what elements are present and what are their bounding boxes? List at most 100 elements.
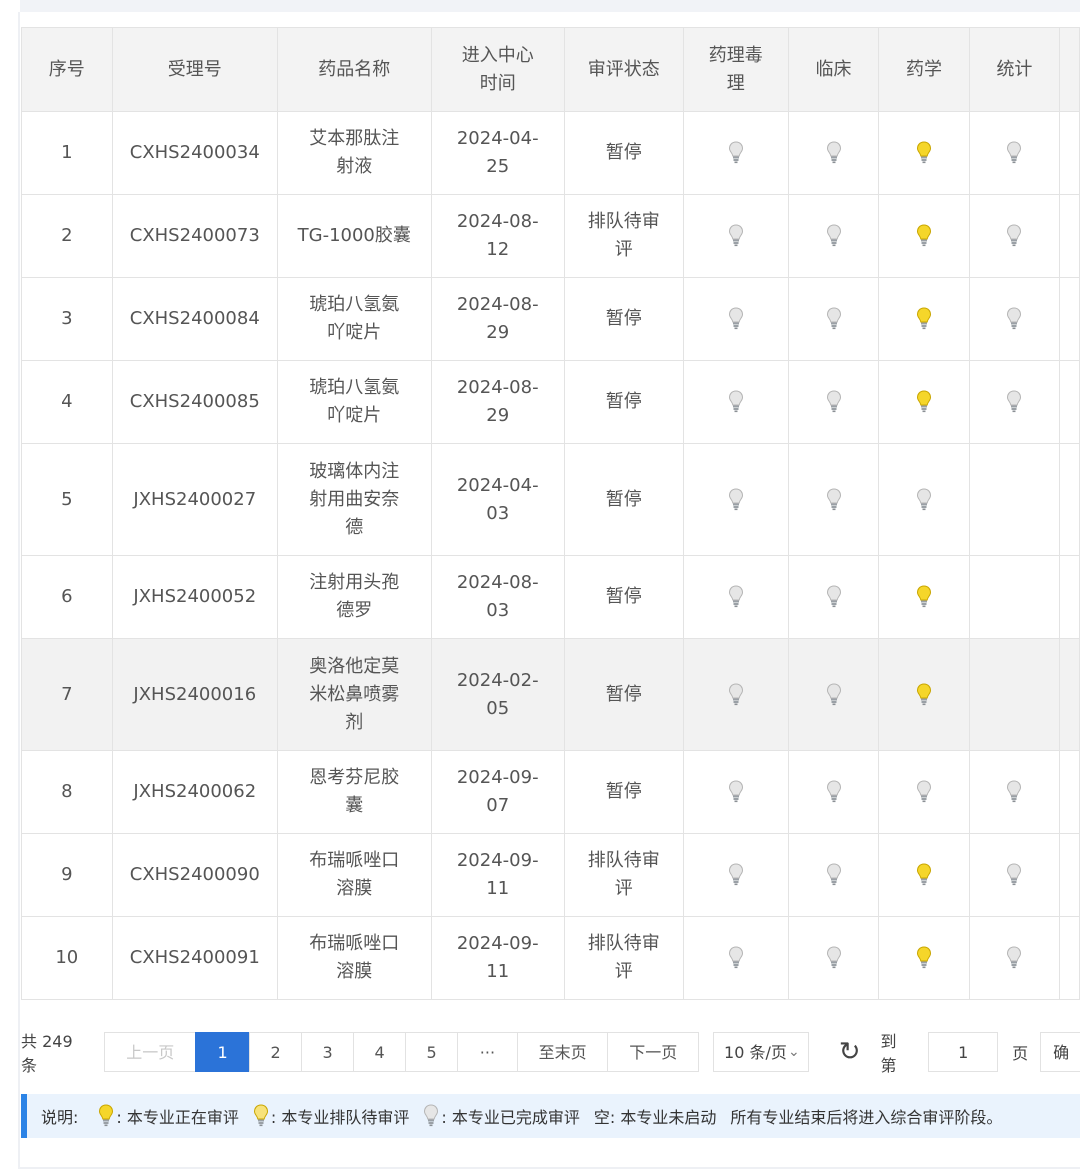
cell-seq: 4 [21,360,113,444]
page-size-select[interactable]: 10 条/页 ⌄ [713,1032,809,1072]
table-row[interactable]: 9 CXHS2400090 布瑞哌唑口 溶膜 2024-09- 11 排队待审评 [21,833,1080,917]
total-count: 共 249 条 [21,1032,73,1075]
prev-page-button[interactable]: 上一页 [104,1032,197,1072]
cell-pharm-tox [682,750,789,834]
next-page-button[interactable]: 下一页 [607,1032,700,1072]
cell-status: 暂停 [563,443,684,556]
cell-entry-time: 2024-09- 11 [430,833,565,917]
cell-entry-time: 2024-04- 25 [430,111,565,195]
cell-pharmacy [878,750,970,834]
table-row[interactable]: 1 CXHS2400034 艾本那肽注 射液 2024-04- 25 暂停 [21,111,1080,195]
col-seq-header: 序号 [21,27,113,112]
col-statistics-header: 统计 [968,27,1061,112]
page-button-1[interactable]: 1 [195,1032,251,1072]
lightbulb-done-icon [728,140,744,166]
table-row[interactable]: 8 JXHS2400062 恩考芬尼胶囊 2024-09- 07 暂停 [21,750,1080,834]
cell-extra [1059,277,1080,361]
cell-statistics [968,443,1061,556]
legend-note-text: 所有专业结束后将进入综合审评阶段。 [730,1108,1003,1127]
lightbulb-done-icon [728,862,744,888]
cell-entry-time: 2024-08- 29 [430,277,565,361]
lightbulb-done-icon [423,1103,439,1129]
lightbulb-active-icon [916,389,932,415]
cell-accept-no: CXHS2400090 [111,833,278,917]
table-row[interactable]: 5 JXHS2400027 玻璃体内注 射用曲安奈德 2024-04- 03 暂停 [21,443,1080,556]
cell-entry-time: 2024-04- 03 [430,443,565,556]
col-entry-time-header: 进入中心 时间 [430,27,565,112]
cell-statistics [968,555,1061,639]
cell-entry-time: 2024-09- 07 [430,750,565,834]
legend-done-text: : 本专业已完成审评 [441,1108,580,1127]
cell-status: 排队待审评 [563,833,684,917]
cell-drug-name: 布瑞哌唑口 溶膜 [276,833,432,917]
col-clinical-header: 临床 [787,27,880,112]
table-row[interactable]: 2 CXHS2400073 TG-1000胶囊 2024-08- 12 排队待审评 [21,194,1080,278]
last-page-button[interactable]: 至末页 [516,1032,609,1072]
cell-extra [1059,111,1080,195]
pagination: 共 249 条 上一页 12345 ··· 至末页 下一页 10 条/页 ⌄ ↻… [21,1031,1080,1075]
cell-drug-name: 琥珀八氢氨 吖啶片 [276,360,432,444]
cell-clinical [787,750,880,834]
ellipsis-button[interactable]: ··· [457,1032,518,1072]
cell-drug-name: 艾本那肽注 射液 [276,111,432,195]
page-button-2[interactable]: 2 [249,1032,303,1072]
cell-seq: 10 [21,916,113,1000]
cell-accept-no: CXHS2400084 [111,277,278,361]
cell-status: 暂停 [563,111,684,195]
table-row[interactable]: 10 CXHS2400091 布瑞哌唑口 溶膜 2024-09- 11 排队待审评 [21,916,1080,1000]
lightbulb-active-icon [916,306,932,332]
cell-accept-no: CXHS2400034 [111,111,278,195]
cell-pharmacy [878,194,970,278]
refresh-icon[interactable]: ↻ [839,1037,861,1067]
page-suffix: 页 [1012,1044,1029,1063]
lightbulb-done-icon [728,389,744,415]
cell-extra [1059,194,1080,278]
page-button-3[interactable]: 3 [301,1032,355,1072]
cell-pharm-tox [682,916,789,1000]
page-button-5[interactable]: 5 [405,1032,459,1072]
cell-drug-name: 布瑞哌唑口 溶膜 [276,916,432,1000]
cell-statistics [968,916,1061,1000]
lightbulb-done-icon [1006,779,1022,805]
lightbulb-done-icon [916,487,932,513]
goto-page-input[interactable]: 1 [928,1032,999,1072]
cell-seq: 3 [21,277,113,361]
table-row[interactable]: 4 CXHS2400085 琥珀八氢氨 吖啶片 2024-08- 29 暂停 [21,360,1080,444]
cell-statistics [968,194,1061,278]
lightbulb-done-icon [1006,223,1022,249]
legend-empty-text: 空: 本专业未启动 [593,1108,717,1127]
cell-pharm-tox [682,277,789,361]
cell-clinical [787,194,880,278]
lightbulb-active-icon [916,945,932,971]
cell-accept-no: JXHS2400016 [111,638,278,751]
table-row[interactable]: 7 JXHS2400016 奥洛他定莫 米松鼻喷雾剂 2024-02- 05 暂停 [21,638,1080,751]
cell-pharmacy [878,916,970,1000]
cell-clinical [787,443,880,556]
table-header-row: 序号 受理号 药品名称 进入中心 时间 审评状态 药理毒理临床 药学 统计 [21,27,1080,112]
cell-pharm-tox [682,360,789,444]
legend-bar: 说明: : 本专业正在审评 : 本专业排队待审评 : 本专业已完成审评 空: 本… [21,1094,1080,1138]
cell-status: 暂停 [563,750,684,834]
cell-accept-no: CXHS2400073 [111,194,278,278]
cell-status: 暂停 [563,555,684,639]
cell-drug-name: TG-1000胶囊 [276,194,432,278]
cell-pharmacy [878,111,970,195]
page-button-4[interactable]: 4 [353,1032,407,1072]
cell-drug-name: 奥洛他定莫 米松鼻喷雾剂 [276,638,432,751]
lightbulb-queued-icon [253,1103,269,1129]
confirm-button[interactable]: 确定 [1040,1032,1080,1072]
cell-extra [1059,638,1080,751]
cell-statistics [968,360,1061,444]
table-row[interactable]: 3 CXHS2400084 琥珀八氢氨 吖啶片 2024-08- 29 暂停 [21,277,1080,361]
lightbulb-done-icon [1006,862,1022,888]
cell-status: 暂停 [563,360,684,444]
cell-pharmacy [878,638,970,751]
lightbulb-done-icon [826,682,842,708]
cell-statistics [968,638,1061,751]
lightbulb-done-icon [1006,306,1022,332]
review-table: 序号 受理号 药品名称 进入中心 时间 审评状态 药理毒理临床 药学 统计 1 CXHS24000… [21,27,1080,1000]
cell-accept-no: CXHS2400091 [111,916,278,1000]
table-row[interactable]: 6 JXHS2400052 注射用头孢 德罗 2024-08- 03 暂停 [21,555,1080,639]
cell-extra [1059,360,1080,444]
cell-drug-name: 玻璃体内注 射用曲安奈德 [276,443,432,556]
